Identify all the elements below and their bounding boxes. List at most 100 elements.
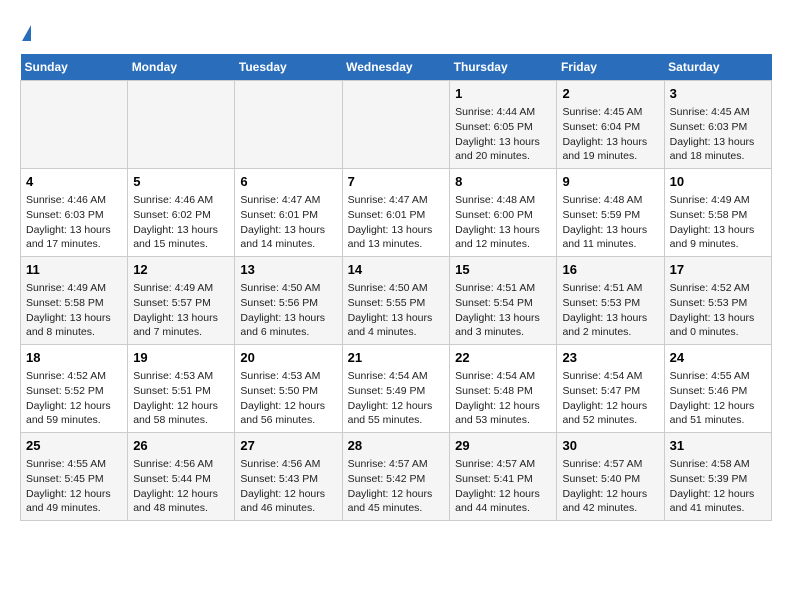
day-number: 19	[133, 349, 229, 367]
calendar-cell: 5 Sunrise: 4:46 AMSunset: 6:02 PMDaylight…	[128, 169, 235, 257]
day-info: Sunrise: 4:49 AMSunset: 5:58 PMDaylight:…	[670, 193, 766, 252]
day-info: Sunrise: 4:56 AMSunset: 5:44 PMDaylight:…	[133, 457, 229, 516]
calendar-cell: 26 Sunrise: 4:56 AMSunset: 5:44 PMDayligh…	[128, 432, 235, 520]
calendar-cell: 16Sunrise: 4:51 AMSunset: 5:53 PMDayligh…	[557, 257, 664, 345]
calendar-cell: 10 Sunrise: 4:49 AMSunset: 5:58 PMDayligh…	[664, 169, 771, 257]
day-info: Sunrise: 4:45 AMSunset: 6:04 PMDaylight:…	[562, 105, 658, 164]
day-info: Sunrise: 4:53 AMSunset: 5:50 PMDaylight:…	[240, 369, 336, 428]
calendar-header: SundayMondayTuesdayWednesdayThursdayFrid…	[21, 54, 772, 81]
weekday-wednesday: Wednesday	[342, 54, 450, 81]
day-number: 13	[240, 261, 336, 279]
day-number: 15	[455, 261, 551, 279]
calendar-table: SundayMondayTuesdayWednesdayThursdayFrid…	[20, 54, 772, 521]
day-info: Sunrise: 4:50 AMSunset: 5:56 PMDaylight:…	[240, 281, 336, 340]
calendar-cell	[21, 81, 128, 169]
calendar-cell: 4 Sunrise: 4:46 AMSunset: 6:03 PMDaylight…	[21, 169, 128, 257]
weekday-sunday: Sunday	[21, 54, 128, 81]
day-number: 31	[670, 437, 766, 455]
calendar-cell: 18 Sunrise: 4:52 AMSunset: 5:52 PMDayligh…	[21, 345, 128, 433]
day-number: 2	[562, 85, 658, 103]
calendar-cell: 7 Sunrise: 4:47 AMSunset: 6:01 PMDaylight…	[342, 169, 450, 257]
day-info: Sunrise: 4:49 AMSunset: 5:57 PMDaylight:…	[133, 281, 229, 340]
logo-text	[20, 20, 31, 44]
calendar-body: 1Sunrise: 4:44 AMSunset: 6:05 PMDaylight…	[21, 81, 772, 521]
day-info: Sunrise: 4:54 AMSunset: 5:49 PMDaylight:…	[348, 369, 445, 428]
day-info: Sunrise: 4:47 AMSunset: 6:01 PMDaylight:…	[240, 193, 336, 252]
calendar-cell	[128, 81, 235, 169]
day-number: 18	[26, 349, 122, 367]
calendar-cell: 11 Sunrise: 4:49 AMSunset: 5:58 PMDayligh…	[21, 257, 128, 345]
day-number: 25	[26, 437, 122, 455]
calendar-cell: 31 Sunrise: 4:58 AMSunset: 5:39 PMDayligh…	[664, 432, 771, 520]
day-info: Sunrise: 4:52 AMSunset: 5:53 PMDaylight:…	[670, 281, 766, 340]
day-number: 22	[455, 349, 551, 367]
day-number: 27	[240, 437, 336, 455]
calendar-cell: 24 Sunrise: 4:55 AMSunset: 5:46 PMDayligh…	[664, 345, 771, 433]
day-info: Sunrise: 4:53 AMSunset: 5:51 PMDaylight:…	[133, 369, 229, 428]
calendar-cell: 19 Sunrise: 4:53 AMSunset: 5:51 PMDayligh…	[128, 345, 235, 433]
calendar-cell: 2 Sunrise: 4:45 AMSunset: 6:04 PMDaylight…	[557, 81, 664, 169]
calendar-cell: 12Sunrise: 4:49 AMSunset: 5:57 PMDayligh…	[128, 257, 235, 345]
weekday-friday: Friday	[557, 54, 664, 81]
weekday-monday: Monday	[128, 54, 235, 81]
day-info: Sunrise: 4:50 AMSunset: 5:55 PMDaylight:…	[348, 281, 445, 340]
day-info: Sunrise: 4:46 AMSunset: 6:02 PMDaylight:…	[133, 193, 229, 252]
calendar-cell: 6 Sunrise: 4:47 AMSunset: 6:01 PMDaylight…	[235, 169, 342, 257]
day-info: Sunrise: 4:55 AMSunset: 5:46 PMDaylight:…	[670, 369, 766, 428]
day-info: Sunrise: 4:46 AMSunset: 6:03 PMDaylight:…	[26, 193, 122, 252]
day-number: 5	[133, 173, 229, 191]
day-number: 8	[455, 173, 551, 191]
calendar-cell: 28 Sunrise: 4:57 AMSunset: 5:42 PMDayligh…	[342, 432, 450, 520]
day-info: Sunrise: 4:57 AMSunset: 5:42 PMDaylight:…	[348, 457, 445, 516]
logo	[20, 20, 31, 44]
calendar-cell: 23Sunrise: 4:54 AMSunset: 5:47 PMDayligh…	[557, 345, 664, 433]
page-header	[20, 20, 772, 44]
calendar-cell: 15 Sunrise: 4:51 AMSunset: 5:54 PMDayligh…	[450, 257, 557, 345]
day-number: 7	[348, 173, 445, 191]
calendar-cell: 22 Sunrise: 4:54 AMSunset: 5:48 PMDayligh…	[450, 345, 557, 433]
calendar-cell: 21 Sunrise: 4:54 AMSunset: 5:49 PMDayligh…	[342, 345, 450, 433]
day-info: Sunrise: 4:51 AMSunset: 5:54 PMDaylight:…	[455, 281, 551, 340]
day-info: Sunrise: 4:48 AMSunset: 5:59 PMDaylight:…	[562, 193, 658, 252]
weekday-header-row: SundayMondayTuesdayWednesdayThursdayFrid…	[21, 54, 772, 81]
day-info: Sunrise: 4:54 AMSunset: 5:48 PMDaylight:…	[455, 369, 551, 428]
calendar-cell: 14 Sunrise: 4:50 AMSunset: 5:55 PMDayligh…	[342, 257, 450, 345]
day-number: 14	[348, 261, 445, 279]
calendar-cell: 25 Sunrise: 4:55 AMSunset: 5:45 PMDayligh…	[21, 432, 128, 520]
day-number: 29	[455, 437, 551, 455]
day-number: 20	[240, 349, 336, 367]
calendar-cell: 20 Sunrise: 4:53 AMSunset: 5:50 PMDayligh…	[235, 345, 342, 433]
day-number: 16	[562, 261, 658, 279]
day-number: 10	[670, 173, 766, 191]
day-number: 6	[240, 173, 336, 191]
day-info: Sunrise: 4:45 AMSunset: 6:03 PMDaylight:…	[670, 105, 766, 164]
calendar-cell: 27Sunrise: 4:56 AMSunset: 5:43 PMDayligh…	[235, 432, 342, 520]
day-number: 21	[348, 349, 445, 367]
calendar-week-2: 4 Sunrise: 4:46 AMSunset: 6:03 PMDaylight…	[21, 169, 772, 257]
calendar-cell: 8 Sunrise: 4:48 AMSunset: 6:00 PMDaylight…	[450, 169, 557, 257]
day-info: Sunrise: 4:55 AMSunset: 5:45 PMDaylight:…	[26, 457, 122, 516]
day-number: 11	[26, 261, 122, 279]
day-info: Sunrise: 4:52 AMSunset: 5:52 PMDaylight:…	[26, 369, 122, 428]
day-info: Sunrise: 4:49 AMSunset: 5:58 PMDaylight:…	[26, 281, 122, 340]
day-number: 9	[562, 173, 658, 191]
day-number: 23	[562, 349, 658, 367]
calendar-week-4: 18 Sunrise: 4:52 AMSunset: 5:52 PMDayligh…	[21, 345, 772, 433]
day-number: 4	[26, 173, 122, 191]
day-number: 26	[133, 437, 229, 455]
day-info: Sunrise: 4:47 AMSunset: 6:01 PMDaylight:…	[348, 193, 445, 252]
weekday-saturday: Saturday	[664, 54, 771, 81]
day-number: 30	[562, 437, 658, 455]
day-info: Sunrise: 4:58 AMSunset: 5:39 PMDaylight:…	[670, 457, 766, 516]
calendar-cell: 30 Sunrise: 4:57 AMSunset: 5:40 PMDayligh…	[557, 432, 664, 520]
calendar-cell: 17 Sunrise: 4:52 AMSunset: 5:53 PMDayligh…	[664, 257, 771, 345]
calendar-cell: 13 Sunrise: 4:50 AMSunset: 5:56 PMDayligh…	[235, 257, 342, 345]
weekday-thursday: Thursday	[450, 54, 557, 81]
day-number: 28	[348, 437, 445, 455]
day-number: 17	[670, 261, 766, 279]
calendar-cell	[235, 81, 342, 169]
calendar-cell: 29Sunrise: 4:57 AMSunset: 5:41 PMDayligh…	[450, 432, 557, 520]
day-info: Sunrise: 4:48 AMSunset: 6:00 PMDaylight:…	[455, 193, 551, 252]
day-info: Sunrise: 4:57 AMSunset: 5:40 PMDaylight:…	[562, 457, 658, 516]
day-number: 24	[670, 349, 766, 367]
